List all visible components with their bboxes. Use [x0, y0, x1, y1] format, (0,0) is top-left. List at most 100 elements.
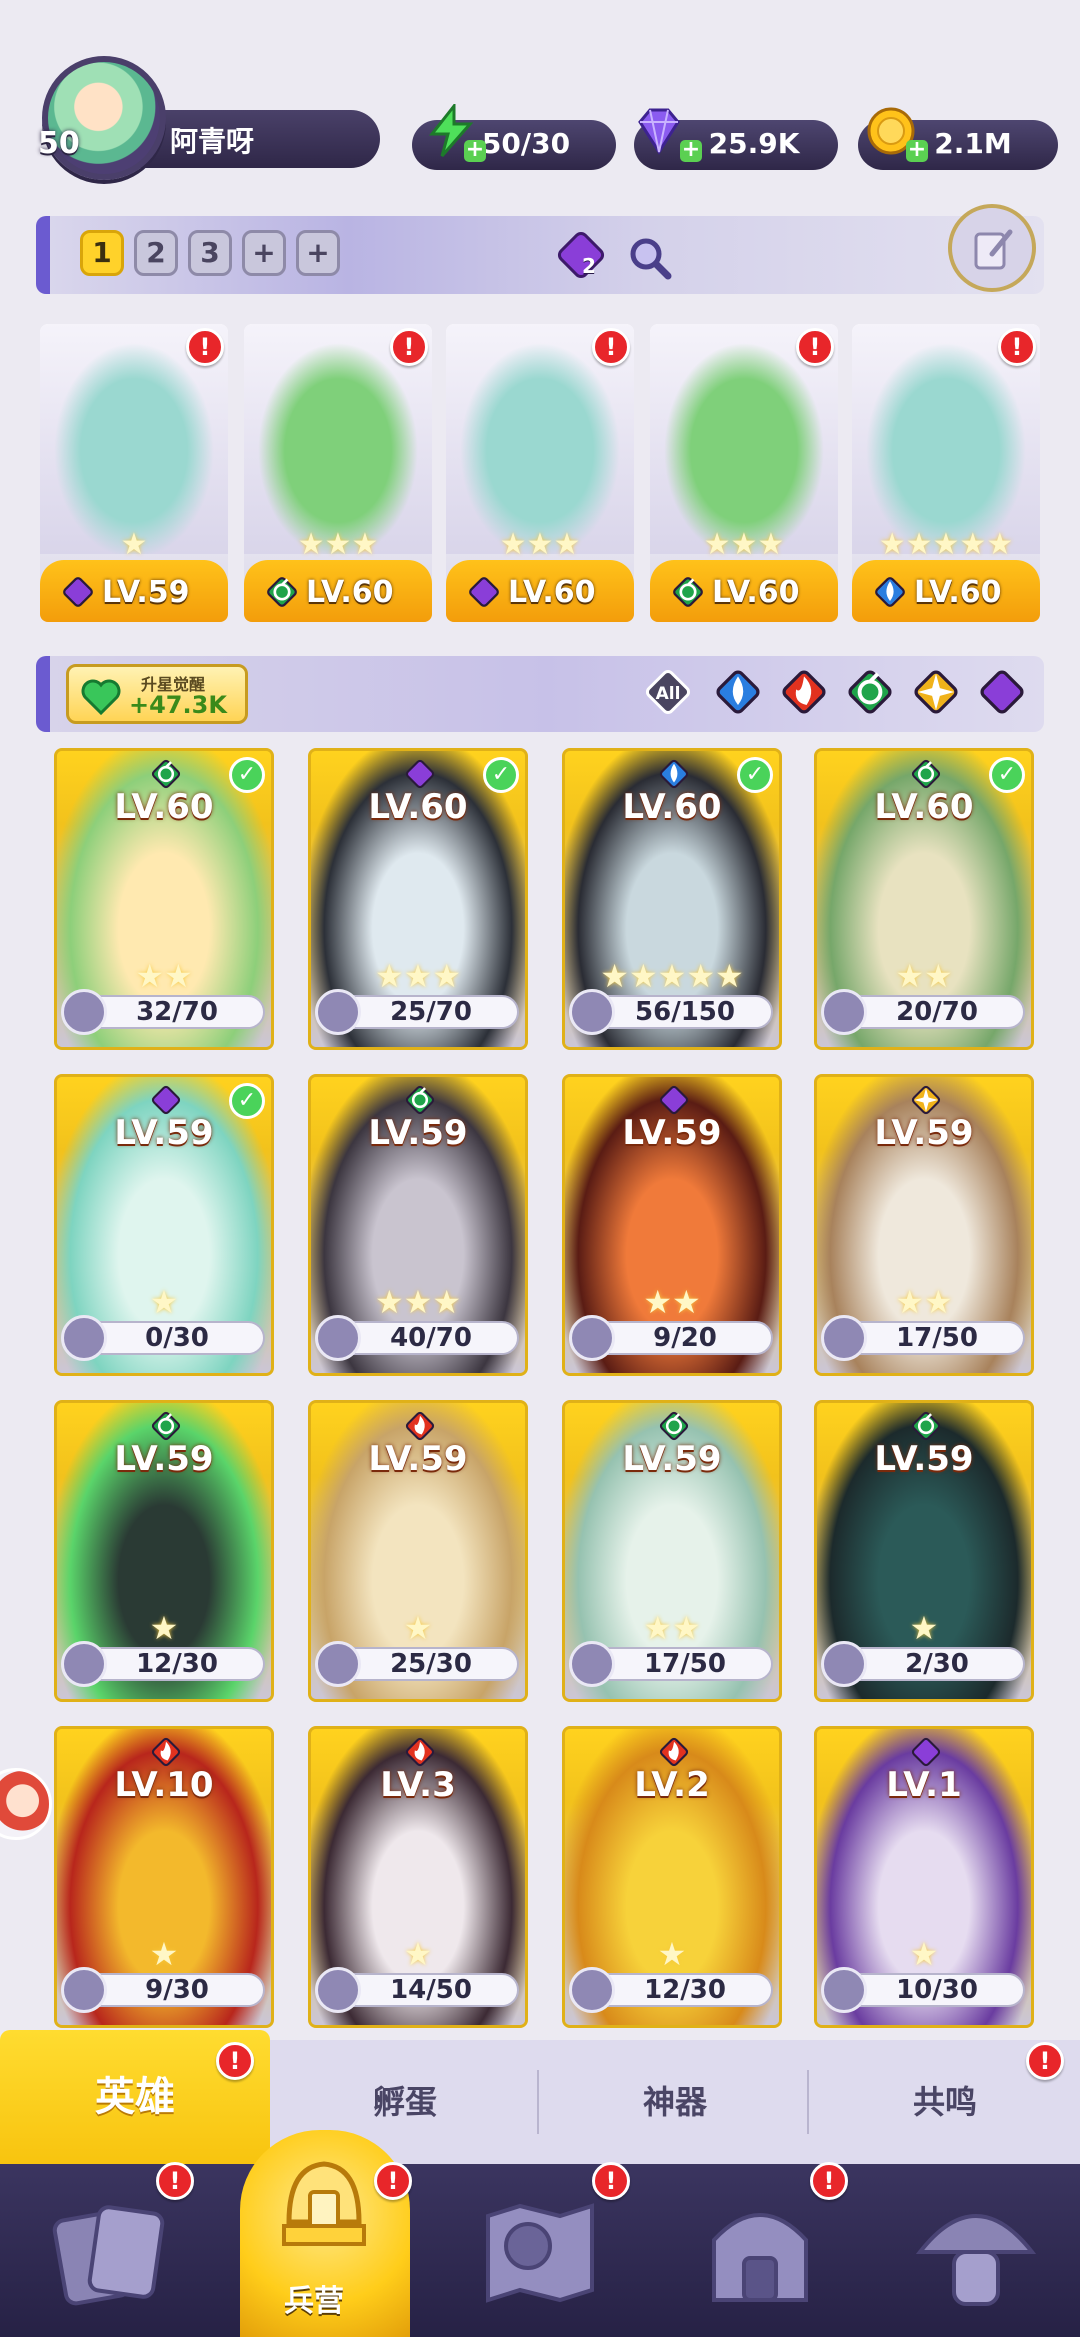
team-hero-level: LV.59	[102, 575, 190, 610]
hero-card[interactable]: LV.59 ★★ 17/50	[562, 1400, 782, 1702]
hero-level: LV.59	[368, 1113, 468, 1153]
hero-level: LV.59	[622, 1439, 722, 1479]
filter-leaf-button[interactable]	[844, 666, 896, 718]
nav-map-icon[interactable]	[470, 2180, 610, 2320]
hero-shard-count: 10/30	[896, 1975, 978, 2005]
add-energy-icon[interactable]: +	[464, 139, 486, 162]
hero-level: LV.60	[114, 787, 214, 827]
hero-level: LV.59	[114, 1439, 214, 1479]
hero-card[interactable]: LV.10 ★ 9/30	[54, 1726, 274, 2028]
hero-level: LV.60	[874, 787, 974, 827]
nav-barracks-alert-icon: !	[374, 2162, 412, 2200]
tab-resonance-alert-icon: !	[1026, 2042, 1064, 2080]
nav-barracks-button[interactable]: 兵营	[240, 2130, 410, 2337]
player-level: 50	[38, 126, 80, 161]
barracks-helmet-icon	[282, 2161, 366, 2246]
leaf-element-icon	[911, 1411, 941, 1441]
add-team-tab[interactable]: +	[242, 230, 286, 276]
add-gems-icon[interactable]: +	[680, 139, 702, 162]
energy-value: 50/30	[481, 127, 571, 160]
hero-card[interactable]: LV.59 ★ 12/30	[54, 1400, 274, 1702]
filter-moon-button[interactable]	[976, 666, 1028, 718]
water-element-icon	[875, 577, 905, 607]
moon-element-icon	[63, 577, 93, 607]
hero-level: LV.60	[368, 787, 468, 827]
awaken-crystal-icon[interactable]	[554, 228, 608, 282]
hero-card[interactable]: ✓ LV.60 ★★ 20/70	[814, 748, 1034, 1050]
hero-card[interactable]: LV.59 ★★★ 40/70	[308, 1074, 528, 1376]
moon-element-icon	[469, 577, 499, 607]
team-tab-2[interactable]: 2	[134, 230, 178, 276]
filter-fire-button[interactable]	[778, 666, 830, 718]
team-hero-card[interactable]: ★★★ LV.60 !	[244, 324, 432, 622]
team-edit-button[interactable]	[948, 204, 1036, 292]
hero-level: LV.59	[114, 1113, 214, 1153]
add-team-tab-2[interactable]: +	[296, 230, 340, 276]
hero-level: LV.2	[634, 1765, 710, 1805]
hero-card[interactable]: ✓ LV.59 ★ 0/30	[54, 1074, 274, 1376]
hero-level: LV.59	[874, 1439, 974, 1479]
hero-card[interactable]: LV.3 ★ 14/50	[308, 1726, 528, 2028]
search-icon[interactable]	[626, 234, 674, 282]
hero-shard-count: 56/150	[635, 997, 735, 1027]
tab-artifacts[interactable]: 神器	[540, 2040, 810, 2164]
team-tab-1[interactable]: 1	[80, 230, 124, 276]
moon-element-icon	[659, 1085, 689, 1115]
team-hero-level: LV.60	[306, 575, 394, 610]
light-element-icon	[914, 670, 958, 714]
hero-level: LV.59	[368, 1439, 468, 1479]
team-hero-card[interactable]: ★★★★★ LV.60 !	[852, 324, 1040, 622]
hero-card[interactable]: ✓ LV.60 ★★ 32/70	[54, 748, 274, 1050]
team-hero-card[interactable]: ★ LV.59 !	[40, 324, 228, 622]
team-hero-card[interactable]: ★★★ LV.60 !	[650, 324, 838, 622]
awaken-button[interactable]: 升星觉醒 +47.3K	[66, 664, 248, 724]
tab-divider	[807, 2070, 809, 2134]
moon-element-icon	[911, 1737, 941, 1767]
hero-level: LV.1	[886, 1765, 962, 1805]
tab-divider	[537, 2070, 539, 2134]
hero-shard-count: 2/30	[905, 1649, 969, 1679]
filter-all-button[interactable]: All	[642, 666, 694, 718]
leaf-element-icon	[267, 577, 297, 607]
fire-element-icon	[782, 670, 826, 714]
nav-mushroom-icon[interactable]	[906, 2180, 1046, 2320]
moon-element-icon	[151, 1085, 181, 1115]
hero-shard-count: 12/30	[644, 1975, 726, 2005]
gem-icon	[638, 108, 680, 155]
gold-value: 2.1M	[934, 127, 1012, 160]
hero-card[interactable]: ✓ LV.60 ★★★★★ 56/150	[562, 748, 782, 1050]
nav-castle-icon[interactable]	[690, 2180, 830, 2320]
fire-element-icon	[151, 1737, 181, 1767]
nav-cards-alert-icon: !	[156, 2162, 194, 2200]
leaf-element-icon	[848, 670, 892, 714]
awaken-value: +47.3K	[129, 691, 227, 719]
leaf-element-icon	[151, 759, 181, 789]
filter-water-button[interactable]	[712, 666, 764, 718]
team-tab-3[interactable]: 3	[188, 230, 232, 276]
add-gold-icon[interactable]: +	[906, 139, 928, 162]
hero-shard-count: 25/30	[390, 1649, 472, 1679]
moon-element-icon	[980, 670, 1024, 714]
hero-card[interactable]: ✓ LV.60 ★★★ 25/70	[308, 748, 528, 1050]
hero-shard-count: 20/70	[896, 997, 978, 1027]
filter-light-button[interactable]	[910, 666, 962, 718]
hero-card[interactable]: LV.1 ★ 10/30	[814, 1726, 1034, 2028]
hero-card[interactable]: LV.2 ★ 12/30	[562, 1726, 782, 2028]
hero-card[interactable]: LV.59 ★★ 9/20	[562, 1074, 782, 1376]
hero-card[interactable]: LV.59 ★★ 17/50	[814, 1074, 1034, 1376]
gems-value: 25.9K	[708, 127, 800, 160]
leaf-element-icon	[151, 1411, 181, 1441]
team-hero-stars: ★★★★★	[878, 527, 1014, 562]
hero-level: LV.59	[622, 1113, 722, 1153]
team-hero-stars: ★★★	[499, 527, 581, 562]
nav-map-alert-icon: !	[592, 2162, 630, 2200]
team-hero-card[interactable]: ★★★ LV.60 !	[446, 324, 634, 622]
hero-level: LV.60	[622, 787, 722, 827]
team-hero-stars: ★★★	[703, 527, 785, 562]
hero-card[interactable]: LV.59 ★ 2/30	[814, 1400, 1034, 1702]
side-hero-avatar[interactable]	[0, 1768, 52, 1840]
nav-cards-icon[interactable]	[40, 2180, 180, 2320]
hero-card[interactable]: LV.59 ★ 25/30	[308, 1400, 528, 1702]
hero-shard-count: 9/30	[145, 1975, 209, 2005]
hero-shard-count: 40/70	[390, 1323, 472, 1353]
